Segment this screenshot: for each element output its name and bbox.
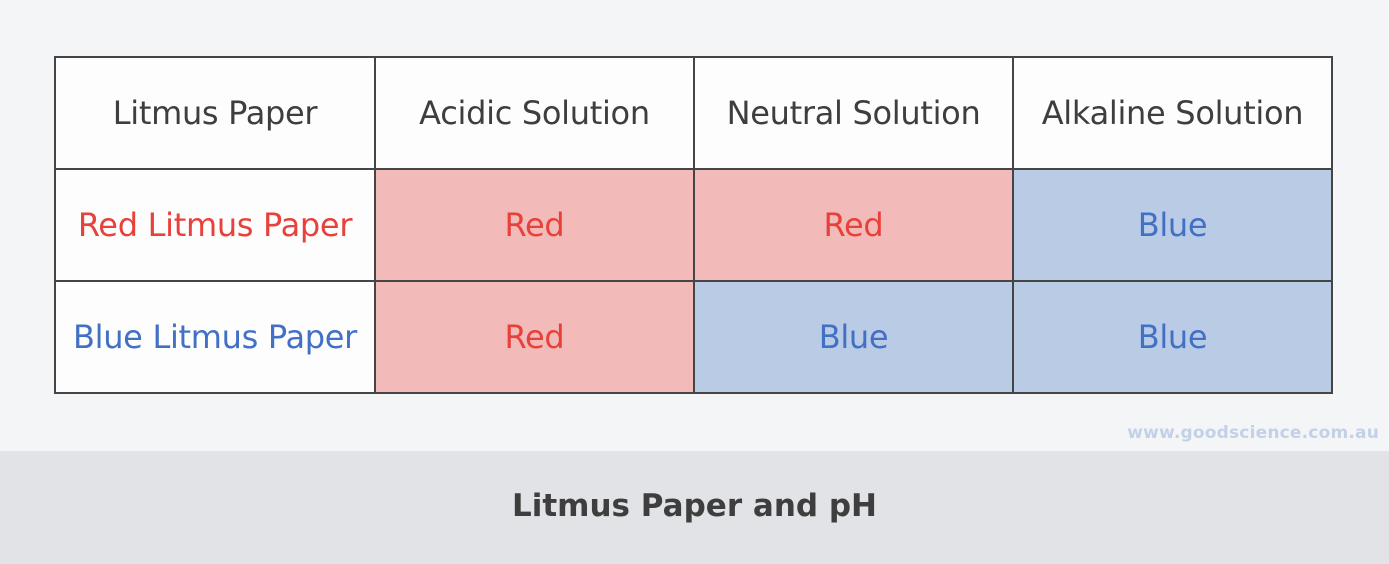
row-label-blue-litmus: Blue Litmus Paper	[54, 280, 376, 394]
header-cell-neutral: Neutral Solution	[693, 56, 1014, 170]
caption-title: Litmus Paper and pH	[511, 487, 878, 524]
cell-blue-litmus-acidic: Red	[374, 280, 695, 394]
diagram-area: Litmus Paper Acidic Solution Neutral Sol…	[0, 0, 1389, 451]
cell-blue-litmus-alkaline: Blue	[1012, 280, 1333, 394]
row-label-red-litmus: Red Litmus Paper	[54, 168, 376, 282]
header-cell-acidic: Acidic Solution	[374, 56, 695, 170]
caption-footer: Litmus Paper and pH	[0, 451, 1389, 564]
header-cell-alkaline: Alkaline Solution	[1012, 56, 1333, 170]
cell-red-litmus-neutral: Red	[693, 168, 1014, 282]
cell-red-litmus-alkaline: Blue	[1012, 168, 1333, 282]
table-header-row: Litmus Paper Acidic Solution Neutral Sol…	[54, 56, 1333, 170]
cell-red-litmus-acidic: Red	[374, 168, 695, 282]
watermark-url: www.goodscience.com.au	[1127, 423, 1379, 443]
table-row-blue-litmus: Blue Litmus Paper Red Blue Blue	[54, 280, 1333, 394]
cell-blue-litmus-neutral: Blue	[693, 280, 1014, 394]
litmus-table: Litmus Paper Acidic Solution Neutral Sol…	[54, 56, 1333, 394]
header-cell-litmus-paper: Litmus Paper	[54, 56, 376, 170]
table-row-red-litmus: Red Litmus Paper Red Red Blue	[54, 168, 1333, 282]
